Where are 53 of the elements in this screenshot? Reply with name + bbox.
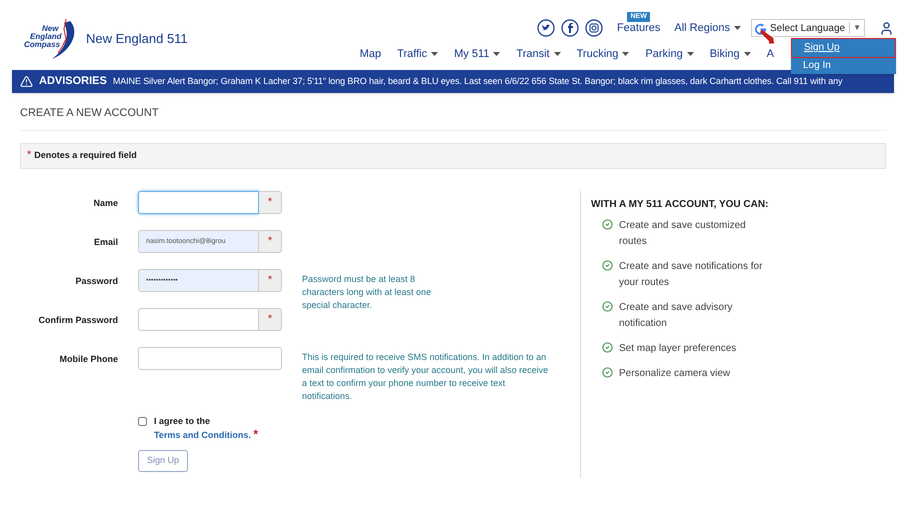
cursor-arrow-icon [760,30,774,44]
benefit-item: Personalize camera view [619,366,732,380]
advisory-label: ADVISORIES [39,74,107,90]
features-link[interactable]: Features [616,22,660,34]
twitter-icon[interactable] [536,19,555,37]
help-text: This is required to receive SMS notifications. In addition to an email confirmation to verify your account, you will also receive a text to confirm your phone number to receive text notifications. [302,350,550,402]
advisory-text[interactable]: MAINE Silver Alert Bangor; Graham K Lacher 37; 5'11" long BRO hair, beard & BLU eyes. Last seen 6/6/22 656 State St. Bangor; black rim glasses, dark Carhartt clothes. Call 911 with any [112,74,842,88]
nav-link[interactable]: Biking [710,46,751,62]
required-addon: * [259,230,282,252]
warning-icon [20,75,33,88]
regions-dropdown[interactable]: All Regions [674,20,741,36]
nav-link[interactable]: Map [360,46,382,62]
menu-item[interactable]: Sign Up [791,38,896,58]
benefit-item: Create and save advisory notification [619,300,734,330]
nav-link[interactable]: Trucking [576,46,630,62]
input-field[interactable] [138,308,259,330]
check-icon [602,342,613,352]
help-text: Password must be at least 8 characters long with at least one special character. [302,272,432,312]
required-note: Denotes a required field [34,148,137,162]
caret-icon [734,26,741,30]
terms-link[interactable]: Terms and Conditions [154,430,248,440]
menu-item[interactable]: Log In [791,58,896,74]
page-title: CREATE A NEW ACCOUNT [20,93,886,130]
nav-link[interactable]: Parking [645,46,694,62]
check-icon [602,300,613,312]
agree-text: I agree to the Terms and Conditions. * [154,414,260,442]
benefit-item: Create and save customized routes [619,218,747,248]
field-label: Email [92,236,118,248]
field-label: Mobile Phone [58,352,118,366]
required-addon: * [259,190,282,214]
field-label: Name [92,196,118,210]
nav-link[interactable]: My 511 [454,46,500,62]
input-field[interactable] [138,346,282,370]
check-icon [602,260,613,270]
nav-link[interactable]: Traffic [397,46,438,62]
input-field[interactable] [138,190,259,214]
benefit-item: Create and save notifications for your routes [619,260,764,290]
field-label: Confirm Password [37,314,118,326]
field-label: Password [74,274,118,288]
check-icon [602,366,613,378]
nav-link[interactable]: Transit [516,46,561,62]
user-icon[interactable] [879,20,894,36]
check-icon [602,218,613,230]
required-mark: * [27,148,32,164]
instagram-icon[interactable] [584,19,603,37]
site-name[interactable]: New England 511 [86,29,188,49]
required-addon: * [259,308,282,330]
required-addon: * [259,268,282,292]
benefits-title: WITH A MY 511 ACCOUNT, YOU CAN: [591,198,769,212]
facebook-icon[interactable] [560,19,579,37]
benefit-item: Set map layer preferences [619,342,738,356]
nav-link[interactable]: A [766,46,774,62]
agree-checkbox[interactable] [138,416,147,426]
